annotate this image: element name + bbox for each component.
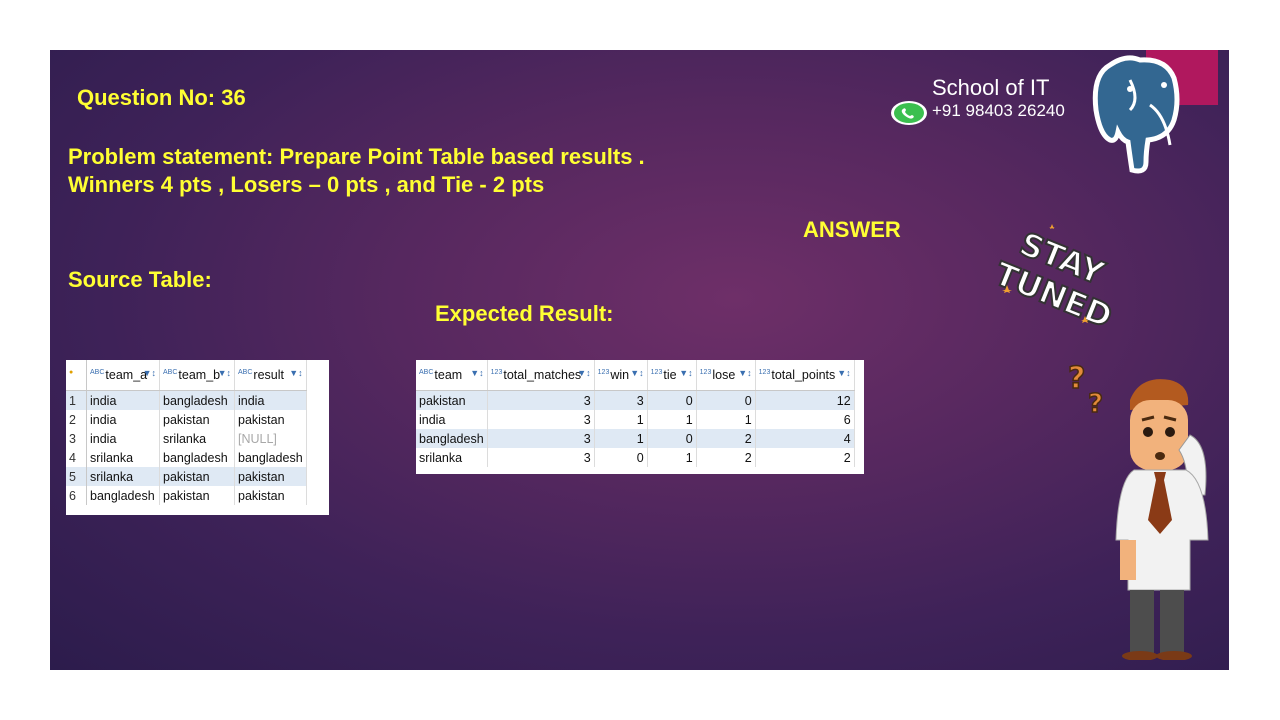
filter-sort-icon[interactable]: ▼↕: [630, 368, 643, 378]
filter-sort-icon[interactable]: ▼↕: [470, 368, 483, 378]
source-table: ● ABCteam_a ▼↕ ABCteam_b ▼↕ ABCresult ▼↕ 1 …: [66, 360, 329, 515]
column-header-team-a[interactable]: ABCteam_a ▼↕: [86, 360, 160, 391]
table-row[interactable]: pakistan 3 3 0 0 12: [416, 390, 855, 410]
stay-tuned-sticker: STAY TUNED: [988, 215, 1130, 340]
column-header-team[interactable]: ABCteam ▼↕: [416, 360, 488, 391]
question-number: Question No: 36: [77, 85, 246, 110]
filter-sort-icon[interactable]: ▼↕: [218, 368, 231, 378]
filter-sort-icon[interactable]: ▼↕: [577, 368, 590, 378]
column-header-team-b[interactable]: ABCteam_b ▼↕: [159, 360, 235, 391]
filter-sort-icon[interactable]: ▼↕: [289, 368, 302, 378]
postgresql-elephant-logo: [1090, 55, 1190, 185]
expected-result-table: ABCteam ▼↕ 123total_matches ▼↕ 123win ▼↕ 12…: [416, 360, 864, 474]
table-row[interactable]: 4 srilanka bangladesh bangladesh: [66, 448, 307, 467]
table-row[interactable]: bangladesh 3 1 0 2 4: [416, 429, 855, 448]
expected-result-label: Expected Result:: [435, 301, 614, 326]
filter-sort-icon[interactable]: ▼↕: [143, 368, 156, 378]
column-header-tie[interactable]: 123tie ▼↕: [647, 360, 697, 391]
filter-sort-icon[interactable]: ▼↕: [837, 368, 850, 378]
svg-text:?: ?: [1068, 361, 1085, 396]
confused-man-illustration: ? ?: [1060, 360, 1210, 665]
column-header-total-points[interactable]: 123total_points ▼↕: [755, 360, 855, 391]
table-row[interactable]: 6 bangladesh pakistan pakistan: [66, 486, 307, 505]
school-name: School of IT: [932, 75, 1050, 100]
table-row[interactable]: 5 srilanka pakistan pakistan: [66, 467, 307, 486]
problem-statement-line1: Problem statement: Prepare Point Table b…: [68, 144, 645, 169]
table-row[interactable]: india 3 1 1 1 6: [416, 410, 855, 429]
whatsapp-icon: [890, 100, 928, 131]
source-table-label: Source Table:: [68, 267, 212, 292]
row-number-header: ●: [66, 360, 87, 391]
table-row[interactable]: 3 india srilanka [NULL]: [66, 429, 307, 448]
slide: Question No: 36 Problem statement: Prepa…: [50, 50, 1229, 670]
column-header-total-matches[interactable]: 123total_matches ▼↕: [487, 360, 595, 391]
column-header-win[interactable]: 123win ▼↕: [594, 360, 648, 391]
table-row[interactable]: 1 india bangladesh india: [66, 390, 307, 410]
table-row[interactable]: 2 india pakistan pakistan: [66, 410, 307, 429]
svg-text:?: ?: [1088, 389, 1103, 419]
filter-sort-icon[interactable]: ▼↕: [738, 368, 751, 378]
filter-sort-icon[interactable]: ▼↕: [679, 368, 692, 378]
column-header-lose[interactable]: 123lose ▼↕: [696, 360, 756, 391]
column-header-result[interactable]: ABCresult ▼↕: [234, 360, 307, 391]
answer-label: ANSWER: [803, 217, 901, 242]
phone-number: +91 98403 26240: [932, 101, 1065, 120]
problem-statement-line2: Winners 4 pts , Losers – 0 pts , and Tie…: [68, 172, 545, 197]
table-row[interactable]: srilanka 3 0 1 2 2: [416, 448, 855, 467]
